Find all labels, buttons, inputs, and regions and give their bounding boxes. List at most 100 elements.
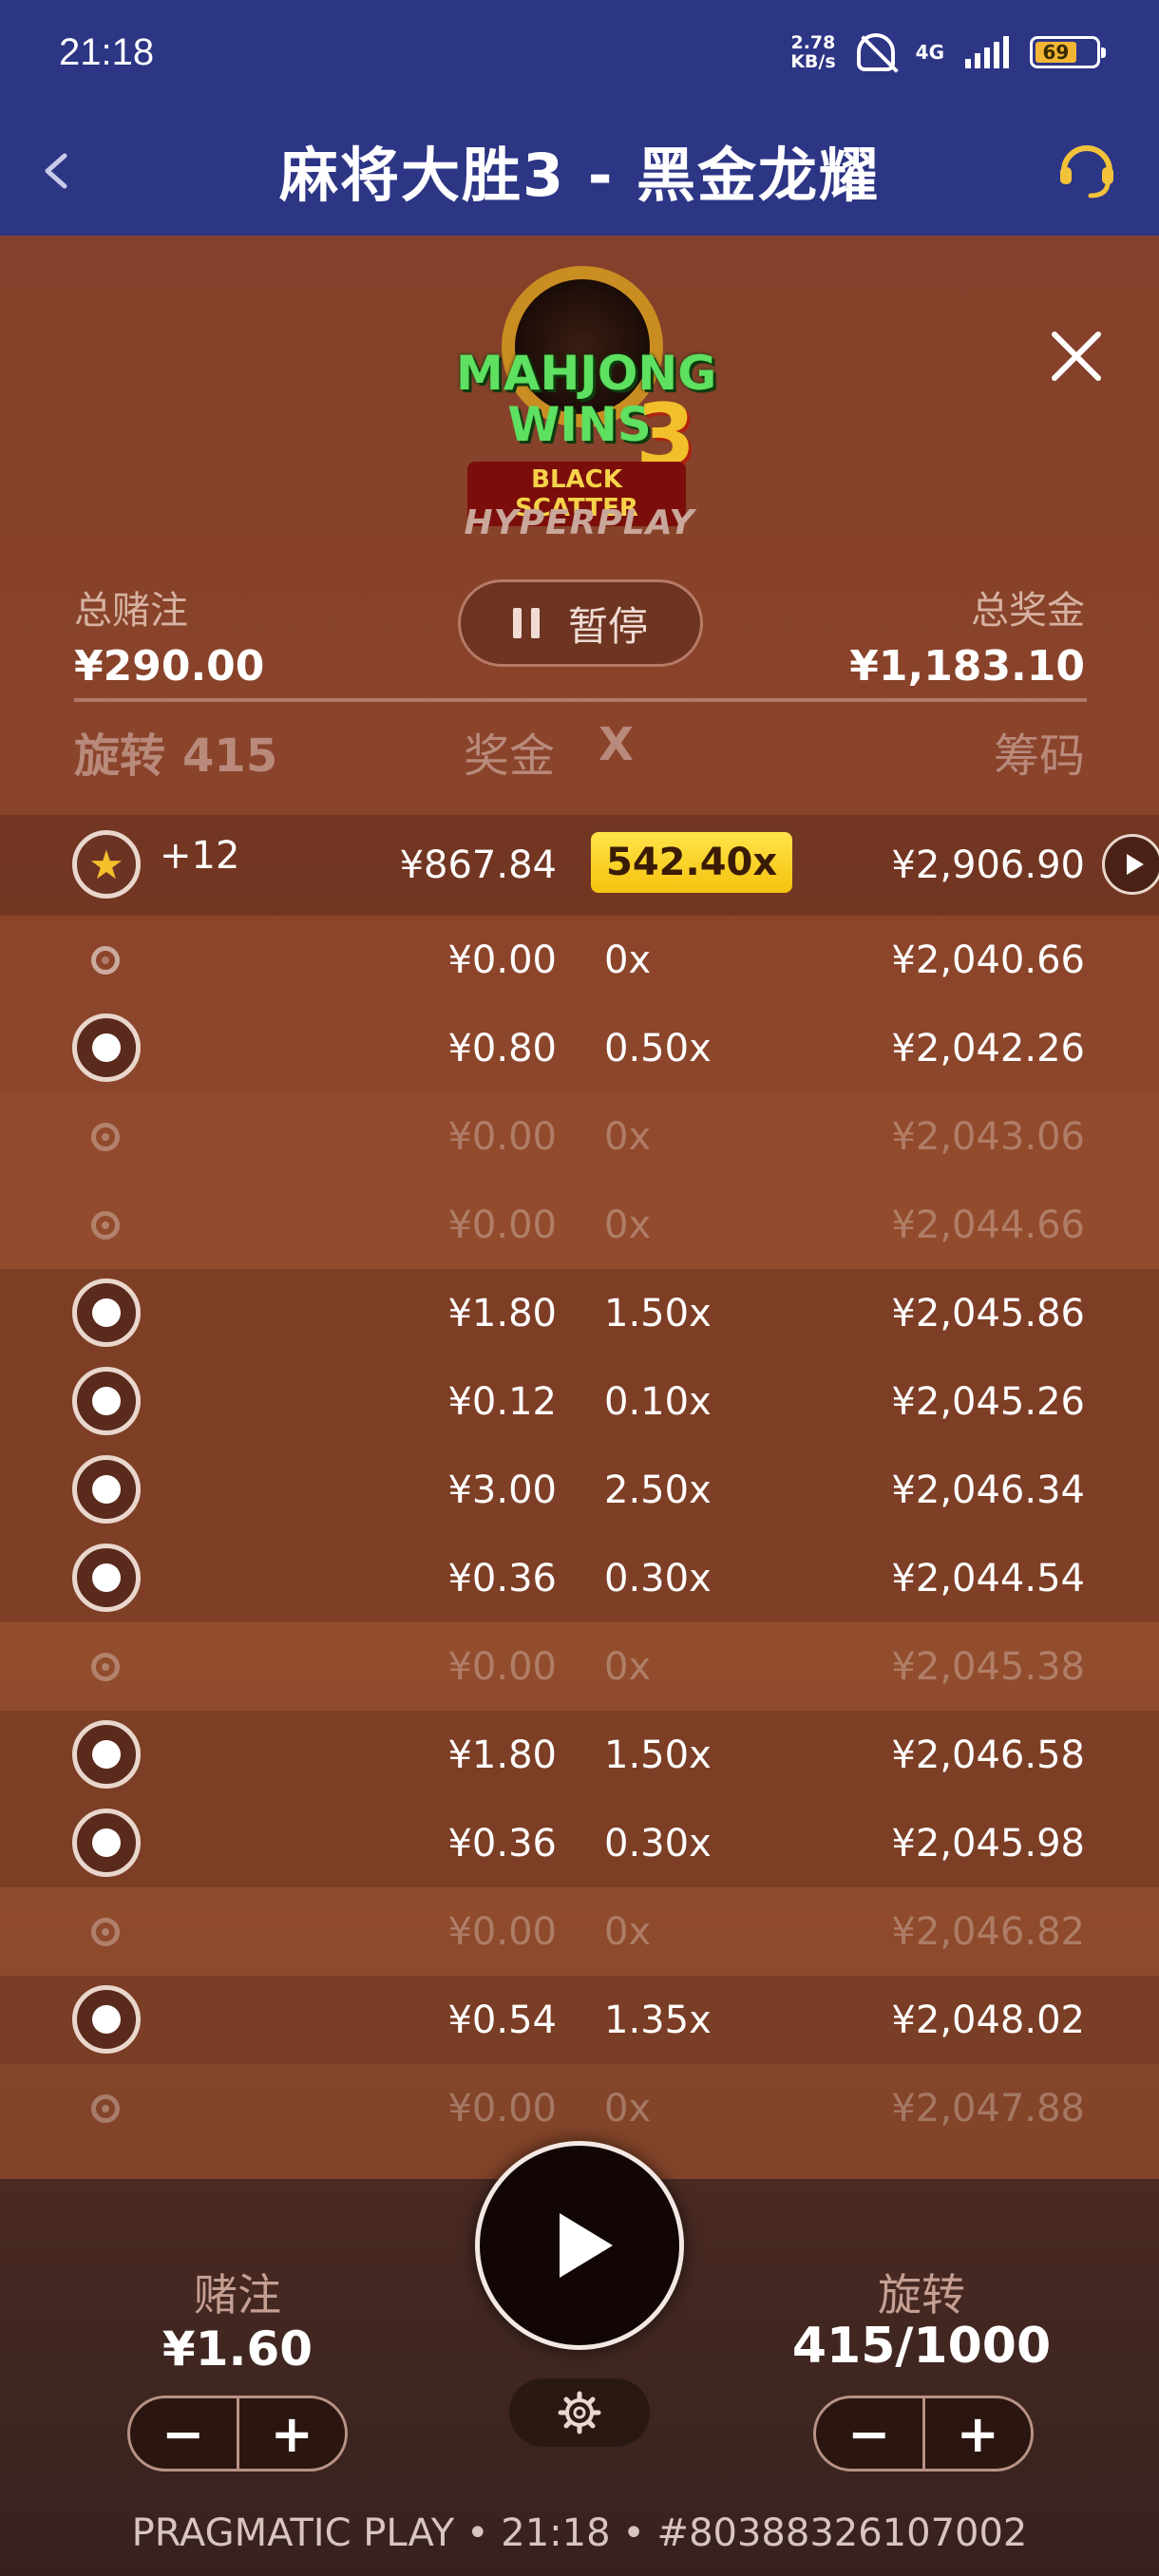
row-multiplier: 0.10x (604, 1380, 712, 1424)
spin-row[interactable]: ¥0.00 0x ¥2,047.88 (0, 2064, 1159, 2152)
row-chips: ¥2,044.66 (891, 1203, 1085, 1247)
spin-row[interactable]: ¥0.00 0x ¥2,043.06 (0, 1092, 1159, 1181)
row-multiplier: 0x (604, 1910, 652, 1954)
column-multiplier: X (598, 718, 635, 771)
spin-row[interactable]: ¥1.80 1.50x ¥2,045.86 (0, 1269, 1159, 1357)
spin-row[interactable]: ¥0.80 0.50x ¥2,042.26 (0, 1004, 1159, 1092)
row-multiplier: 0x (604, 2087, 652, 2131)
win-dot-icon (72, 1013, 141, 1082)
row-prize: ¥867.84 (399, 843, 557, 887)
star-badge-icon: ★ (72, 830, 141, 899)
spin-row[interactable]: ¥0.00 0x ¥2,040.66 (0, 916, 1159, 1004)
spin-row[interactable]: ¥0.36 0.30x ¥2,044.54 (0, 1534, 1159, 1622)
row-prize: ¥0.00 (447, 2087, 557, 2131)
divider (74, 698, 1087, 702)
spin-row[interactable]: ¥0.12 0.10x ¥2,045.26 (0, 1357, 1159, 1446)
row-prize: ¥0.00 (447, 1115, 557, 1159)
page-title: 麻将大胜3 - 黑金龙耀 (278, 141, 881, 210)
status-time: 21:18 (59, 30, 155, 73)
row-chips: ¥2,046.58 (891, 1733, 1085, 1777)
row-chips: ¥2,042.26 (891, 1027, 1085, 1070)
spin-dot-icon (91, 1123, 120, 1151)
row-multiplier: 0x (604, 938, 652, 982)
spin-dot-icon (91, 946, 120, 975)
row-chips: ¥2,046.82 (891, 1910, 1085, 1954)
spin-stepper: − + (813, 2396, 1034, 2472)
row-prize: ¥3.00 (447, 1468, 557, 1512)
bet-label: 赌注 (194, 2269, 281, 2320)
brand-label: HYPERPLAY (464, 503, 695, 542)
total-win-label: 总奖金 (971, 589, 1085, 633)
win-dot-icon (72, 1985, 141, 2054)
spin-row[interactable]: ¥0.36 0.30x ¥2,045.98 (0, 1799, 1159, 1887)
footer-info: PRAGMATIC PLAY • 21:18 • #80388326107002 (131, 2511, 1028, 2555)
net-speed-value: 2.78 (790, 32, 836, 53)
pause-button[interactable]: 暂停 (458, 579, 703, 667)
bet-value: ¥1.60 (162, 2321, 314, 2377)
customer-support-icon[interactable] (1053, 135, 1121, 203)
spin-decrease-button[interactable]: − (816, 2398, 922, 2469)
app-bar: 麻将大胜3 - 黑金龙耀 (0, 104, 1159, 236)
win-dot-icon (72, 1279, 141, 1347)
spin-row[interactable]: ¥0.00 0x ¥2,046.82 (0, 1887, 1159, 1976)
total-bet-value: ¥290.00 (74, 642, 265, 691)
spin-row[interactable]: ¥3.00 2.50x ¥2,046.34 (0, 1446, 1159, 1534)
column-chips: 筹码 (993, 729, 1085, 783)
battery-level: 69 (1036, 41, 1076, 64)
battery-icon: 69 (1030, 36, 1106, 68)
pause-icon (512, 608, 540, 638)
spin-row[interactable]: ¥0.00 0x ¥2,044.66 (0, 1181, 1159, 1269)
row-prize: ¥0.36 (447, 1822, 557, 1866)
total-bet-label: 总赌注 (74, 589, 188, 633)
notifications-muted-icon (856, 33, 895, 71)
row-chips: ¥2,048.02 (891, 1998, 1085, 2042)
row-chips: ¥2,906.90 (891, 843, 1085, 887)
bet-decrease-button[interactable]: − (130, 2398, 237, 2469)
spin-row[interactable]: ¥0.00 0x ¥2,045.38 (0, 1622, 1159, 1711)
bet-increase-button[interactable]: + (239, 2398, 346, 2469)
row-chips: ¥2,045.98 (891, 1822, 1085, 1866)
close-icon[interactable] (1047, 327, 1106, 386)
play-button[interactable] (475, 2141, 684, 2350)
row-multiplier: 0.30x (604, 1822, 712, 1866)
spin-row[interactable]: ¥0.54 1.35x ¥2,048.02 (0, 1976, 1159, 2064)
row-multiplier: 1.50x (604, 1733, 712, 1777)
win-dot-icon (72, 1367, 141, 1435)
bet-stepper: − + (127, 2396, 348, 2472)
signal-icon (965, 36, 1009, 68)
net-speed: 2.78 KB/s (790, 33, 835, 71)
featured-spin-row[interactable]: ★ +12 ¥867.84 542.40x ¥2,906.90 (0, 815, 1159, 916)
row-multiplier: 1.50x (604, 1292, 712, 1335)
row-prize: ¥1.80 (447, 1733, 557, 1777)
row-prize: ¥0.00 (447, 1910, 557, 1954)
multiplier-badge: 542.40x (591, 832, 793, 893)
spin-row[interactable]: ¥1.80 1.50x ¥2,046.58 (0, 1711, 1159, 1799)
win-dot-icon (72, 1455, 141, 1524)
row-multiplier: 0x (604, 1115, 652, 1159)
network-type: 4G (915, 41, 944, 64)
row-chips: ¥2,046.34 (891, 1468, 1085, 1512)
spin-increase-button[interactable]: + (925, 2398, 1032, 2469)
spin-dot-icon (91, 1918, 120, 1946)
status-bar: 21:18 2.78 KB/s 4G 69 (0, 0, 1159, 104)
spin-dot-icon (91, 1653, 120, 1681)
back-icon[interactable] (28, 142, 86, 199)
spin-dot-icon (91, 2094, 120, 2123)
row-prize: ¥0.36 (447, 1557, 557, 1601)
row-prize: ¥0.54 (447, 1998, 557, 2042)
row-multiplier: 0x (604, 1645, 652, 1689)
win-dot-icon (72, 1809, 141, 1877)
row-prize: ¥0.00 (447, 938, 557, 982)
replay-icon[interactable] (1102, 834, 1159, 895)
spin-label: 旋转 (878, 2269, 965, 2320)
column-spin: 旋转 415 (74, 718, 277, 785)
win-dot-icon (72, 1720, 141, 1789)
net-speed-unit: KB/s (790, 51, 836, 72)
settings-button[interactable] (509, 2378, 650, 2447)
row-prize: ¥0.00 (447, 1645, 557, 1689)
control-bar: 赌注 ¥1.60 − + 旋转 415/1000 − + PRAGMATIC P… (0, 2141, 1159, 2576)
row-chips: ¥2,045.86 (891, 1292, 1085, 1335)
row-multiplier: 0.30x (604, 1557, 712, 1601)
column-spin-count: 415 (182, 729, 278, 783)
pause-label: 暂停 (567, 602, 648, 650)
